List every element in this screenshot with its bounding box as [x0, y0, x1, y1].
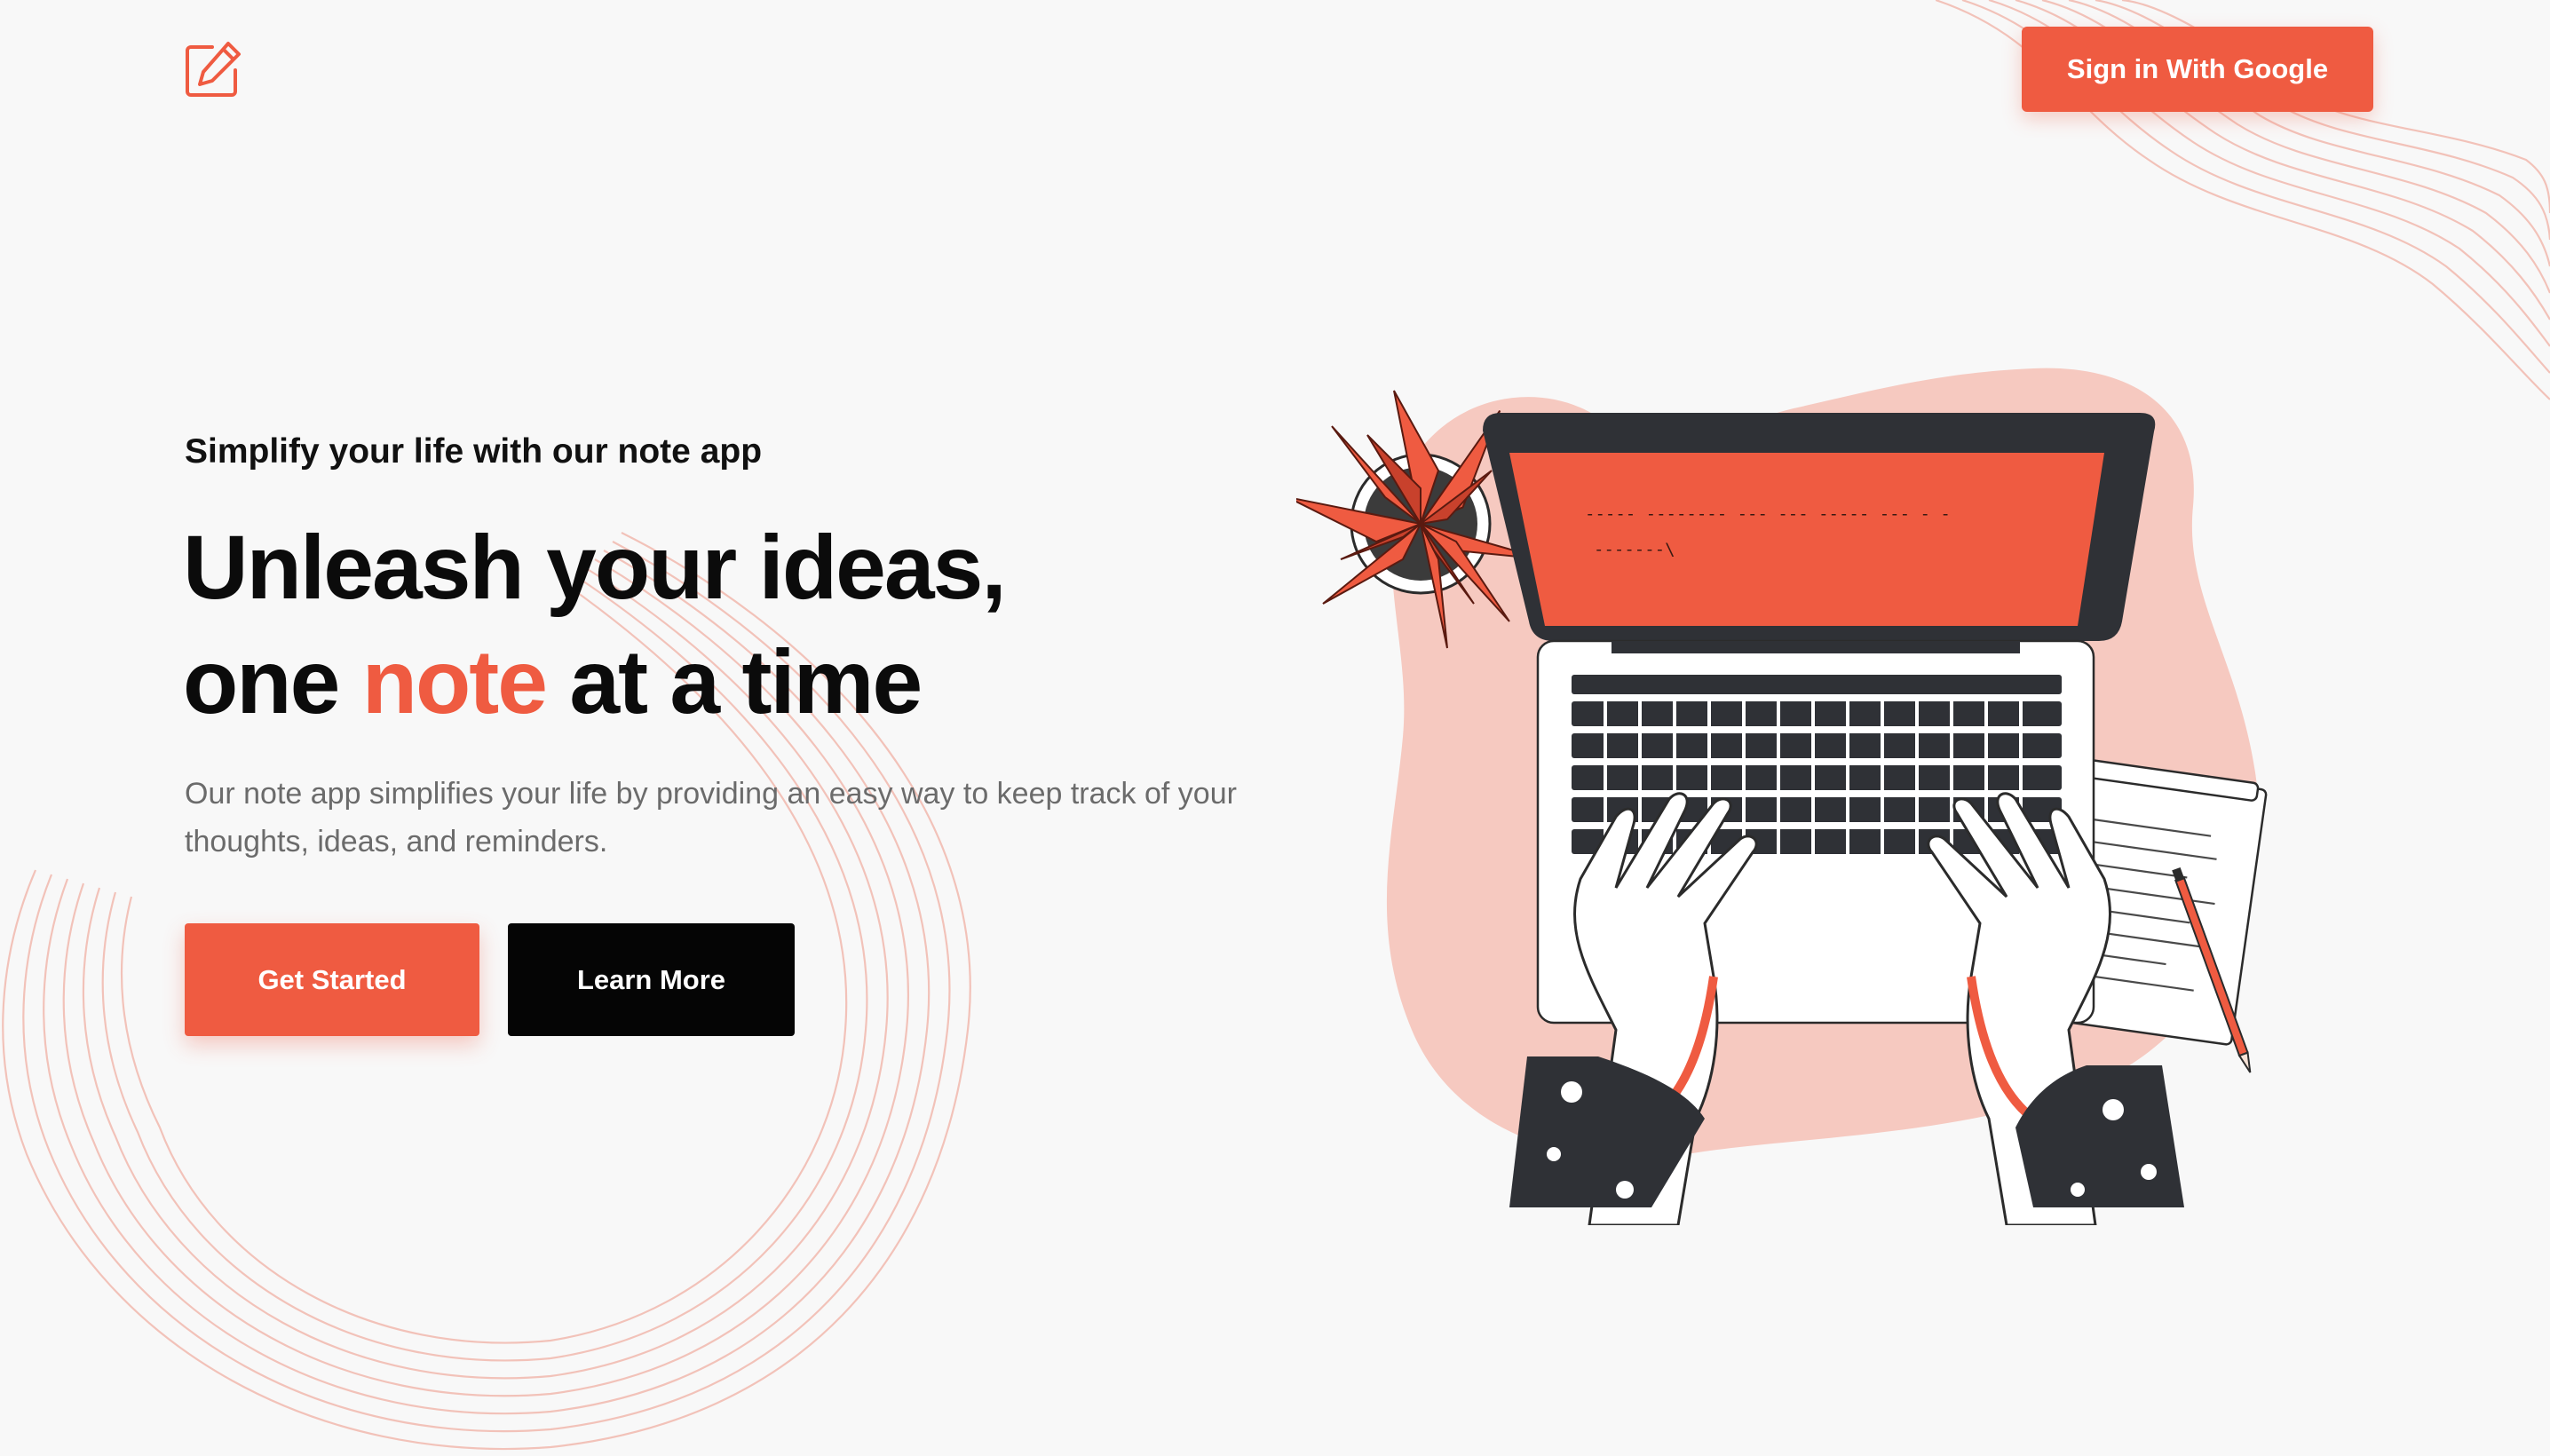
get-started-button[interactable]: Get Started	[185, 923, 479, 1036]
hero-headline: Unleash your ideas, one note at a time	[183, 510, 1007, 740]
headline-line-1: Unleash your ideas,	[183, 517, 1007, 618]
sign-in-with-google-button[interactable]: Sign in With Google	[2022, 27, 2373, 112]
learn-more-button[interactable]: Learn More	[508, 923, 795, 1036]
screen-code-line-1: ----- -------- --- --- ----- --- - -	[1585, 504, 1951, 524]
screen-code-line-2: -------\	[1594, 540, 1675, 559]
logo[interactable]	[182, 40, 242, 100]
hero-tagline: Simplify your life with our note app	[185, 432, 763, 471]
edit-note-icon	[186, 42, 241, 97]
headline-line-2-end: at a time	[546, 631, 923, 732]
laptop-typing-illustration: ----- -------- --- --- ----- --- - - ---…	[1296, 368, 2268, 1225]
headline-accent-word: note	[361, 631, 548, 732]
headline-line-2-start: one	[183, 631, 362, 732]
hero-description: Our note app simplifies your life by pro…	[185, 777, 1237, 859]
